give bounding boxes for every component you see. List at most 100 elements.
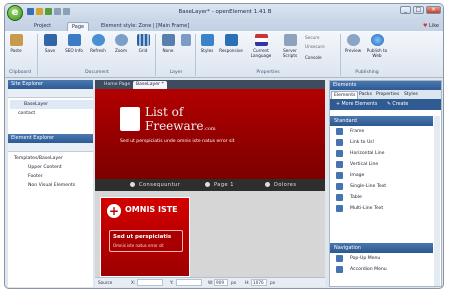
standard-label: Standard bbox=[334, 118, 357, 124]
responsive-button[interactable]: Responsive bbox=[218, 34, 244, 53]
tree-item-footer[interactable]: Footer bbox=[10, 172, 93, 181]
w-field[interactable]: 909 bbox=[214, 279, 228, 286]
editor-area: Home Page BaseLayer * List of Freeware.c… bbox=[95, 80, 325, 287]
console-label: Console bbox=[305, 55, 322, 60]
nav-item-page1[interactable]: Page 1 bbox=[205, 181, 234, 189]
publish-button[interactable]: Publish to Web bbox=[366, 34, 388, 58]
h-field[interactable]: 1076 bbox=[251, 279, 267, 286]
zoom-button[interactable]: Zoom bbox=[112, 34, 130, 53]
elements-scrollbar[interactable] bbox=[434, 116, 440, 286]
unsecure-label: Unsecure bbox=[305, 44, 325, 49]
doc-tab-home[interactable]: Home Page bbox=[101, 81, 133, 89]
seo-info-button[interactable]: SEO Info bbox=[63, 34, 85, 53]
app-window: e BaseLayer* - openElement 1.41 B _ □ × … bbox=[4, 3, 444, 289]
more-elements-button[interactable]: + More Elements bbox=[336, 102, 377, 107]
paste-button[interactable]: Paste bbox=[7, 34, 25, 53]
nav-label: Consequuntur bbox=[139, 182, 181, 188]
like-label: Like bbox=[429, 23, 439, 29]
logo-line2: Freeware.com bbox=[145, 119, 216, 133]
tab-elements[interactable]: Elements bbox=[331, 91, 359, 99]
site-explorer-toolbar bbox=[8, 89, 93, 98]
elements-panel: Elements Elements Packs Properties Style… bbox=[329, 80, 442, 287]
box-card-text: Omnis iste natus error sit bbox=[113, 243, 164, 248]
app-orb-button[interactable]: e bbox=[7, 5, 23, 21]
element-item[interactable]: Link to Us! bbox=[330, 137, 433, 148]
standard-items: Frame Link to Us! Horizontal Line Vertical … bbox=[330, 126, 433, 214]
tab-packs[interactable]: Packs bbox=[357, 91, 374, 99]
new-quick-icon[interactable] bbox=[45, 8, 52, 15]
element-item[interactable]: Image bbox=[330, 170, 433, 181]
ribbon-tabs: Project Page Element style: Zone | [Main… bbox=[5, 21, 443, 31]
element-item[interactable]: Table bbox=[330, 192, 433, 203]
tree-item-upper-content[interactable]: Upper Content bbox=[10, 163, 93, 172]
tree-item-non-visual[interactable]: Non Visual Elements bbox=[10, 181, 93, 190]
element-item[interactable]: Horizontal Line bbox=[330, 148, 433, 159]
tree-item-root[interactable]: Templates/BaseLayer bbox=[10, 154, 93, 163]
unsecure-button[interactable]: Unsecure bbox=[305, 44, 325, 49]
image-icon bbox=[336, 172, 343, 179]
server-icon bbox=[283, 34, 297, 46]
maximize-button[interactable]: □ bbox=[413, 6, 424, 14]
layer-order-button[interactable] bbox=[180, 34, 192, 48]
x-field[interactable] bbox=[137, 279, 163, 286]
responsive-label: Responsive bbox=[219, 48, 243, 53]
redo-quick-icon[interactable] bbox=[63, 8, 70, 15]
tree-item-contact[interactable]: contact bbox=[10, 109, 93, 118]
open-quick-icon[interactable] bbox=[36, 8, 43, 15]
close-button[interactable]: × bbox=[426, 6, 441, 14]
element-item[interactable]: Multi-Line Text bbox=[330, 203, 433, 214]
tab-project[interactable]: Project bbox=[30, 22, 55, 31]
element-item-label: Pop-Up Menu bbox=[350, 256, 381, 261]
y-field[interactable] bbox=[176, 279, 202, 286]
logo-suffix: .com bbox=[203, 126, 216, 132]
grid-button[interactable]: Grid bbox=[134, 34, 152, 53]
tab-page[interactable]: Page bbox=[67, 22, 90, 31]
minimize-button[interactable]: _ bbox=[400, 6, 411, 14]
element-item[interactable]: Pop-Up Menu bbox=[330, 253, 433, 264]
undo-quick-icon[interactable] bbox=[54, 8, 61, 15]
server-scripts-button[interactable]: Server Scripts bbox=[278, 34, 302, 58]
element-explorer-toolbar bbox=[8, 143, 93, 152]
save-button[interactable]: Save bbox=[41, 34, 59, 53]
page-canvas[interactable]: List of Freeware.com Sed ut perspiciatis… bbox=[95, 89, 325, 277]
save-quick-icon[interactable] bbox=[27, 8, 34, 15]
create-button[interactable]: ✎ Create bbox=[387, 102, 409, 107]
element-item[interactable]: Frame bbox=[330, 126, 433, 137]
tab-styles[interactable]: Styles bbox=[402, 91, 420, 99]
styles-icon bbox=[200, 34, 214, 46]
standard-header[interactable]: Standard bbox=[330, 116, 433, 126]
like-button[interactable]: ♥ Like bbox=[423, 22, 439, 31]
navigation-label: Navigation bbox=[334, 245, 361, 251]
tab-element-style[interactable]: Element style: Zone | [Main Frame] bbox=[97, 22, 193, 31]
secure-button[interactable]: Secure bbox=[305, 35, 319, 40]
create-label: Create bbox=[392, 102, 409, 107]
styles-button[interactable]: Styles bbox=[198, 34, 216, 53]
element-item[interactable]: Accordion Menu bbox=[330, 264, 433, 275]
nav-item-dolores[interactable]: Dolores bbox=[265, 181, 296, 189]
tree-item-label: Upper Content bbox=[28, 165, 62, 170]
element-item[interactable]: Vertical Line bbox=[330, 159, 433, 170]
layer-none-button[interactable]: None bbox=[159, 34, 177, 53]
nav-label: Page 1 bbox=[214, 182, 234, 188]
tree-item-baselayer[interactable]: BaseLayer bbox=[10, 100, 93, 109]
grid-icon bbox=[136, 34, 150, 46]
source-button[interactable]: Source bbox=[98, 278, 112, 287]
navigation-header[interactable]: Navigation bbox=[330, 243, 433, 253]
element-item-label: Single-Line Text bbox=[350, 184, 387, 189]
document-tabs: Home Page BaseLayer * bbox=[95, 80, 325, 89]
tab-properties[interactable]: Properties bbox=[374, 91, 401, 99]
elements-actions: + More Elements ✎ Create bbox=[330, 99, 441, 110]
refresh-button[interactable]: Refresh bbox=[88, 34, 108, 53]
element-item-label: Frame bbox=[350, 129, 365, 134]
console-button[interactable]: Console bbox=[305, 55, 322, 60]
current-language-button[interactable]: Current Language bbox=[247, 34, 275, 58]
paste-icon bbox=[9, 34, 23, 46]
multiline-icon bbox=[336, 205, 343, 212]
hline-icon bbox=[336, 150, 343, 157]
element-item[interactable]: Single-Line Text bbox=[330, 181, 433, 192]
content-box[interactable]: + OMNIS ISTE Sed ut perspiciatis Omnis i… bbox=[100, 197, 190, 277]
nav-item-consequuntur[interactable]: Consequuntur bbox=[130, 181, 180, 189]
server-scripts-label: Server Scripts bbox=[282, 48, 298, 58]
preview-button[interactable]: Preview bbox=[343, 34, 363, 53]
doc-tab-baselayer[interactable]: BaseLayer * bbox=[133, 81, 167, 89]
